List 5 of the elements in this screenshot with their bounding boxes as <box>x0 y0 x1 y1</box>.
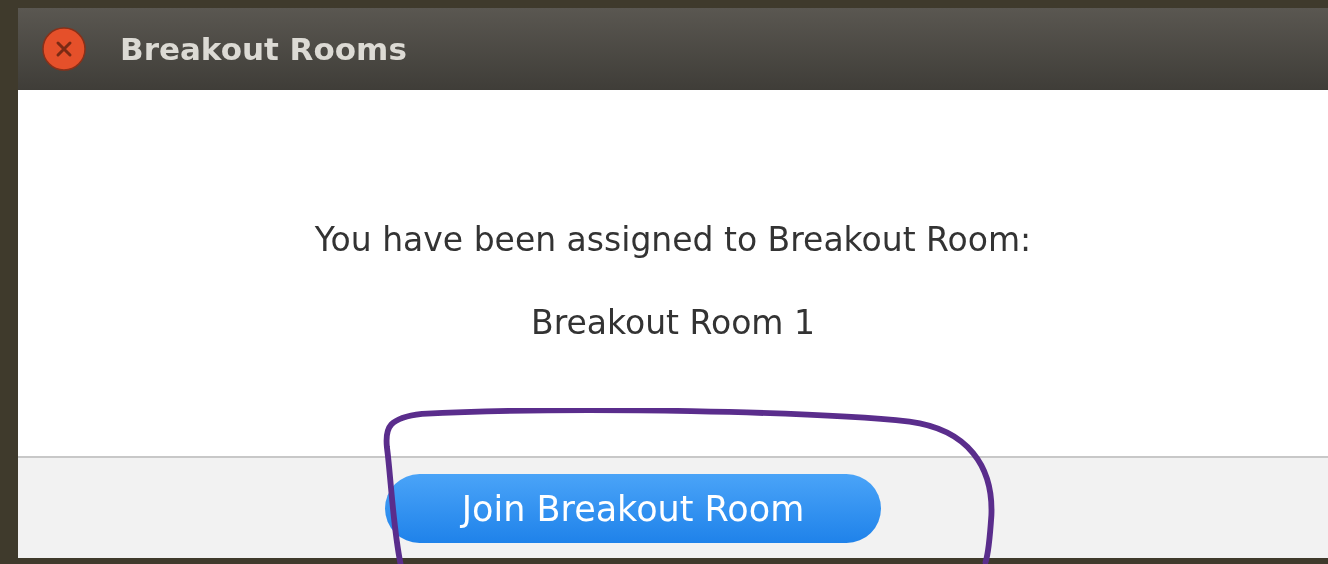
join-button[interactable]: Join Breakout Room <box>385 474 881 543</box>
assignment-message: You have been assigned to Breakout Room: <box>314 220 1032 259</box>
room-name: Breakout Room 1 <box>531 303 815 342</box>
close-icon[interactable] <box>42 27 86 71</box>
window-title: Breakout Rooms <box>120 31 407 67</box>
